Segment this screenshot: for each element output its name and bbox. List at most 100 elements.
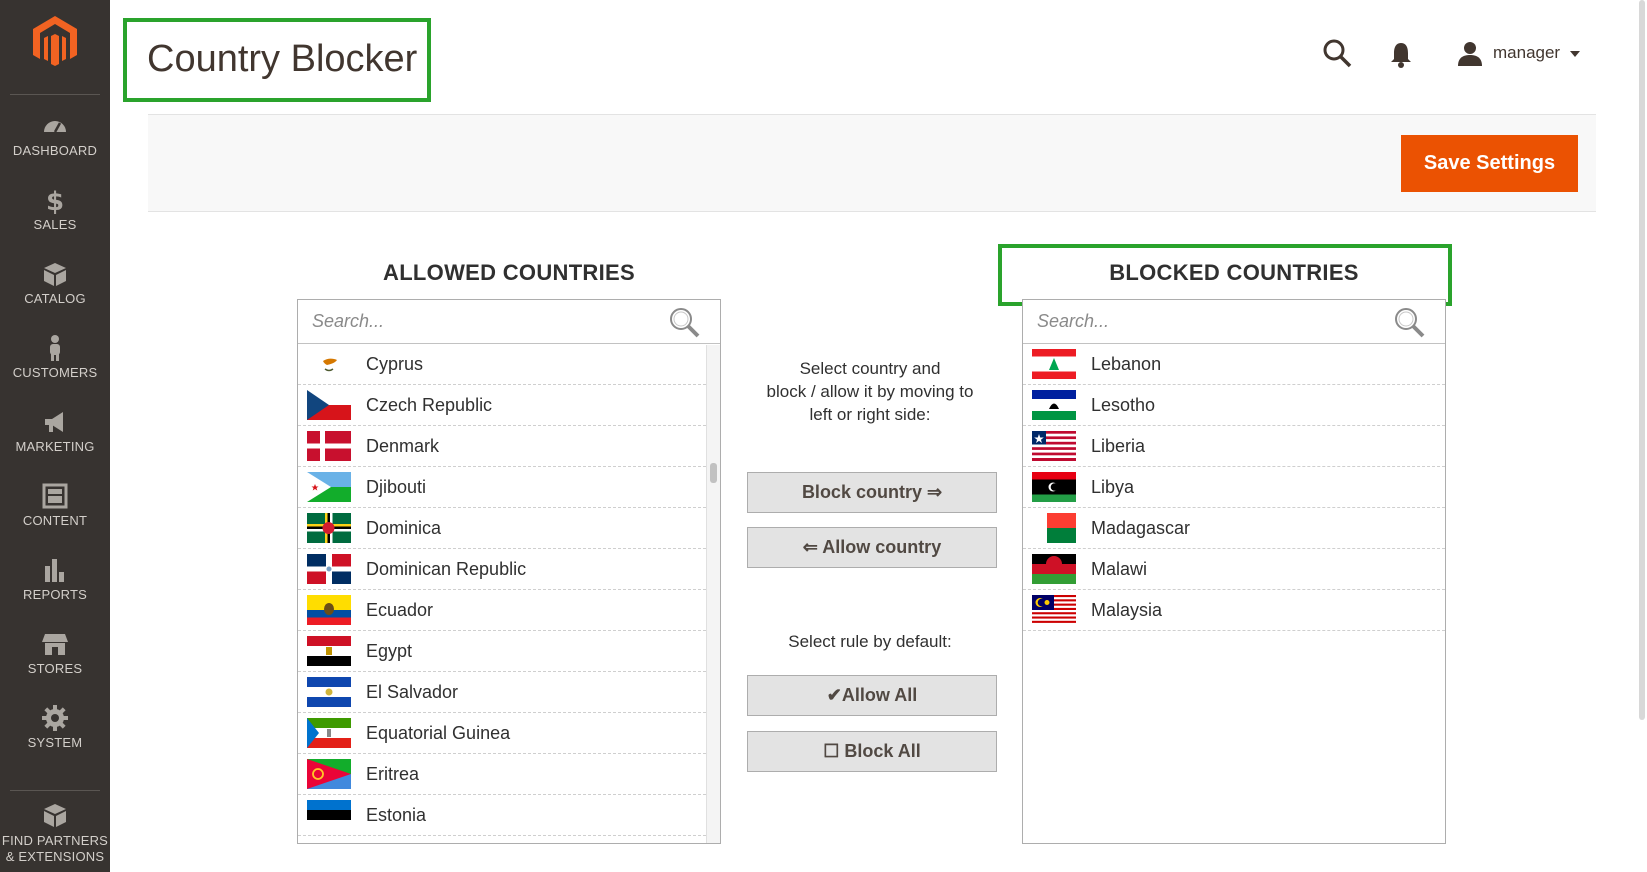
nav-system-label: SYSTEM (27, 735, 83, 750)
nav-stores-label: STORES (27, 661, 83, 676)
blocked-countries-list: Lebanon Lesotho Liberia Libya Madagascar… (1023, 344, 1445, 631)
country-row-egypt[interactable]: Egypt (298, 631, 706, 672)
magento-logo-icon[interactable] (30, 14, 80, 68)
nav-find-partners[interactable]: FIND PARTNERS & EXTENSIONS (0, 802, 110, 865)
bar-chart-icon (45, 559, 64, 582)
country-row-dominican-republic[interactable]: Dominican Republic (298, 549, 706, 590)
country-name: Lesotho (1091, 394, 1156, 415)
nav-dashboard[interactable]: DASHBOARD (0, 112, 110, 159)
allow-all-button[interactable]: ✔Allow All (747, 675, 997, 716)
country-row-lesotho[interactable]: Lesotho (1023, 385, 1445, 426)
flag-ecuador-icon (307, 595, 351, 625)
nav-dashboard-label: DASHBOARD (12, 143, 98, 158)
global-search-icon[interactable] (1322, 38, 1352, 68)
nav-catalog-label: CATALOG (24, 291, 86, 306)
page-scrollbar[interactable] (1639, 0, 1645, 720)
flag-dominican-republic-icon (307, 554, 351, 584)
sidebar-divider (10, 94, 100, 95)
nav-catalog[interactable]: CATALOG (0, 260, 110, 307)
layout-icon (42, 483, 68, 509)
allowed-search-row (298, 300, 720, 344)
country-row-djibouti[interactable]: Djibouti (298, 467, 706, 508)
flag-libya-icon (1032, 472, 1076, 502)
country-row-eritrea[interactable]: Eritrea (298, 754, 706, 795)
country-name: Ecuador (366, 599, 434, 620)
country-name: Eritrea (366, 763, 420, 784)
flag-liberia-icon (1032, 431, 1076, 461)
country-row-ecuador[interactable]: Ecuador (298, 590, 706, 631)
country-name: Cyprus (366, 353, 424, 374)
nav-stores[interactable]: STORES (0, 630, 110, 677)
dashboard-icon (44, 121, 66, 133)
country-row-lebanon[interactable]: Lebanon (1023, 344, 1445, 385)
country-name: Malaysia (1091, 599, 1163, 620)
flag-lebanon-icon (1032, 349, 1076, 379)
country-row-madagascar[interactable]: Madagascar (1023, 508, 1445, 549)
country-name: Malawi (1091, 558, 1148, 579)
extensions-icon (44, 804, 66, 827)
nav-customers-label: CUSTOMERS (12, 365, 98, 380)
nav-system[interactable]: SYSTEM (0, 704, 110, 751)
user-menu[interactable]: manager (1457, 38, 1581, 68)
country-row-liberia[interactable]: Liberia (1023, 426, 1445, 467)
megaphone-icon (45, 412, 63, 432)
country-row-dominica[interactable]: Dominica (298, 508, 706, 549)
nav-marketing-label: MARKETING (15, 439, 95, 454)
country-name: Liberia (1091, 435, 1146, 456)
user-avatar-icon (1458, 42, 1482, 66)
country-row-el-salvador[interactable]: El Salvador (298, 672, 706, 713)
nav-customers[interactable]: CUSTOMERS (0, 334, 110, 381)
country-row-estonia[interactable]: Estonia (298, 795, 706, 836)
admin-sidebar: DASHBOARD $ SALES CATALOG CUSTOMERS MARK… (0, 0, 110, 872)
nav-sales[interactable]: $ SALES (0, 186, 110, 233)
nav-reports[interactable]: REPORTS (0, 556, 110, 603)
country-name: Lebanon (1091, 353, 1162, 374)
move-instructions: Select country and block / allow it by m… (766, 359, 974, 424)
save-settings-button[interactable]: Save Settings (1401, 135, 1578, 192)
blocked-countries-heading: BLOCKED COUNTRIES (1109, 260, 1359, 285)
country-row-malawi[interactable]: Malawi (1023, 549, 1445, 590)
allow-country-button[interactable]: ⇐ Allow country (747, 527, 997, 568)
country-name: Egypt (366, 640, 413, 661)
country-row-cyprus[interactable]: Cyprus (298, 344, 706, 385)
country-name: Estonia (366, 804, 427, 825)
chevron-down-icon (1570, 51, 1581, 57)
country-row-malaysia[interactable]: Malaysia (1023, 590, 1445, 631)
country-name: El Salvador (366, 681, 459, 702)
country-row-czech-republic[interactable]: Czech Republic (298, 385, 706, 426)
allowed-countries-heading: ALLOWED COUNTRIES (383, 260, 635, 285)
storefront-icon (42, 634, 68, 655)
nav-marketing[interactable]: MARKETING (0, 408, 110, 455)
country-name: Czech Republic (366, 394, 493, 415)
flag-cyprus-icon (307, 349, 351, 379)
allowed-search-input[interactable] (298, 300, 720, 343)
allowed-list-scrollbar[interactable] (706, 345, 720, 843)
sidebar-divider (10, 790, 100, 791)
country-row-denmark[interactable]: Denmark (298, 426, 706, 467)
flag-el-salvador-icon (307, 677, 351, 707)
gear-icon (42, 705, 68, 731)
flag-malawi-icon (1032, 554, 1076, 584)
country-row-equatorial-guinea[interactable]: Equatorial Guinea (298, 713, 706, 754)
flag-egypt-icon (307, 636, 351, 666)
nav-content[interactable]: CONTENT (0, 482, 110, 529)
country-name: Dominican Republic (366, 558, 527, 579)
svg-text:$: $ (46, 187, 64, 214)
country-name: Equatorial Guinea (366, 722, 511, 743)
flag-equatorial-guinea-icon (307, 718, 351, 748)
flag-malaysia-icon (1032, 595, 1076, 625)
blocked-countries-panel: Lebanon Lesotho (1022, 299, 1446, 844)
block-all-button[interactable]: ☐ Block All (747, 731, 997, 772)
search-icon (670, 308, 700, 338)
blocked-search-row (1023, 300, 1445, 344)
nav-find-partners-label: FIND PARTNERS & EXTENSIONS (1, 833, 109, 864)
country-name: Denmark (366, 435, 440, 456)
block-country-button[interactable]: Block country ⇒ (747, 472, 997, 513)
blocked-search-input[interactable] (1023, 300, 1445, 343)
allowed-countries-panel: Cyprus Czech Republic Denmark (297, 299, 721, 844)
scrollbar-thumb[interactable] (710, 463, 717, 483)
country-name: Madagascar (1091, 517, 1191, 538)
notifications-bell-icon[interactable] (1389, 40, 1413, 68)
country-row-libya[interactable]: Libya (1023, 467, 1445, 508)
person-icon (50, 335, 60, 361)
